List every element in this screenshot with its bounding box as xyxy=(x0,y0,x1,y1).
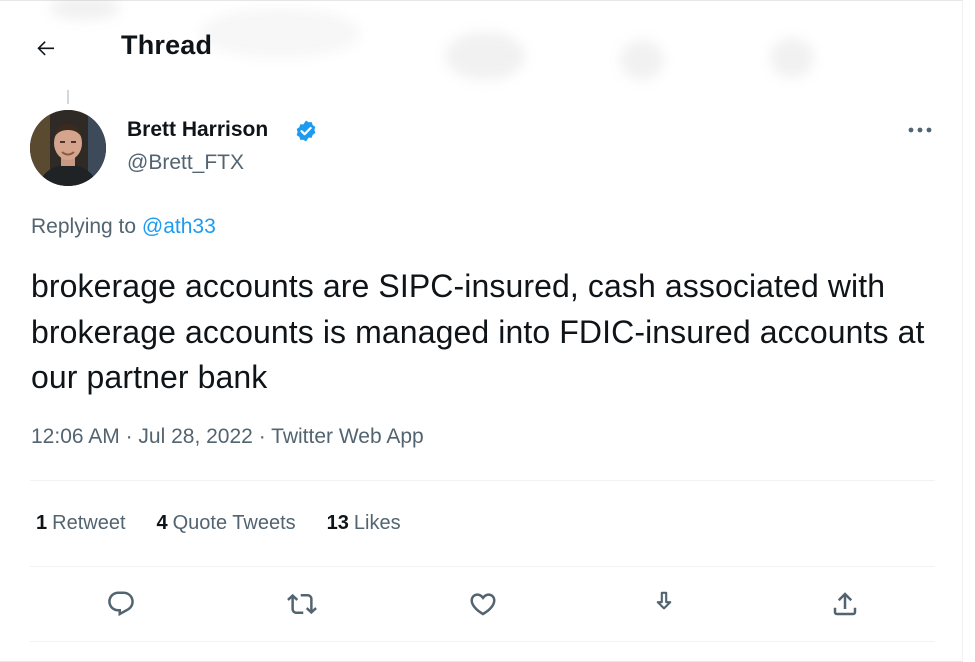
page-title: Thread xyxy=(121,30,213,60)
tweet-source[interactable]: Twitter Web App xyxy=(271,425,424,448)
divider xyxy=(30,566,935,567)
retweet-icon[interactable] xyxy=(284,586,320,622)
quote-tweets-label: Quote Tweets xyxy=(172,512,296,534)
replying-to: Replying to @ath33 xyxy=(31,215,216,239)
divider xyxy=(30,480,935,481)
retweets-label: Retweet xyxy=(52,512,126,534)
blurred-background xyxy=(445,32,525,80)
retweets-stat[interactable]: 1 Retweet xyxy=(36,512,126,535)
avatar[interactable] xyxy=(30,110,106,186)
quote-tweets-count: 4 xyxy=(156,512,168,534)
tweet-text: brokerage accounts are SIPC-insured, cas… xyxy=(31,268,925,395)
tweet-time[interactable]: 12:06 AM xyxy=(31,425,120,448)
author-name[interactable]: Brett Harrison xyxy=(127,118,268,142)
share-icon[interactable] xyxy=(827,586,863,622)
more-horizontal-icon[interactable] xyxy=(903,118,937,142)
retweets-count: 1 xyxy=(36,512,48,534)
bookmark-icon[interactable] xyxy=(646,586,682,622)
arrow-left-icon[interactable] xyxy=(32,34,60,62)
reply-icon[interactable] xyxy=(103,586,139,622)
separator: · xyxy=(125,425,133,448)
author-handle[interactable]: @Brett_FTX xyxy=(127,151,244,175)
divider xyxy=(30,641,935,642)
tweet-date[interactable]: Jul 28, 2022 xyxy=(138,425,252,448)
likes-stat[interactable]: 13 Likes xyxy=(327,512,401,535)
blurred-background xyxy=(620,40,664,80)
separator: · xyxy=(258,425,266,448)
quote-tweets-stat[interactable]: 4 Quote Tweets xyxy=(157,512,296,535)
verified-badge-icon xyxy=(294,119,318,143)
heart-icon[interactable] xyxy=(465,586,501,622)
engagement-stats: 1 Retweet 4 Quote Tweets 13 Likes xyxy=(36,512,432,535)
blurred-background xyxy=(200,8,360,58)
tweet-meta: 12:06 AM · Jul 28, 2022 · Twitter Web Ap… xyxy=(31,425,424,449)
mention-link[interactable]: @ath33 xyxy=(142,215,216,238)
likes-label: Likes xyxy=(353,512,401,534)
blurred-background xyxy=(770,38,814,78)
thread-connector-line xyxy=(67,90,69,104)
replying-to-label: Replying to xyxy=(31,215,137,238)
likes-count: 13 xyxy=(326,512,349,534)
